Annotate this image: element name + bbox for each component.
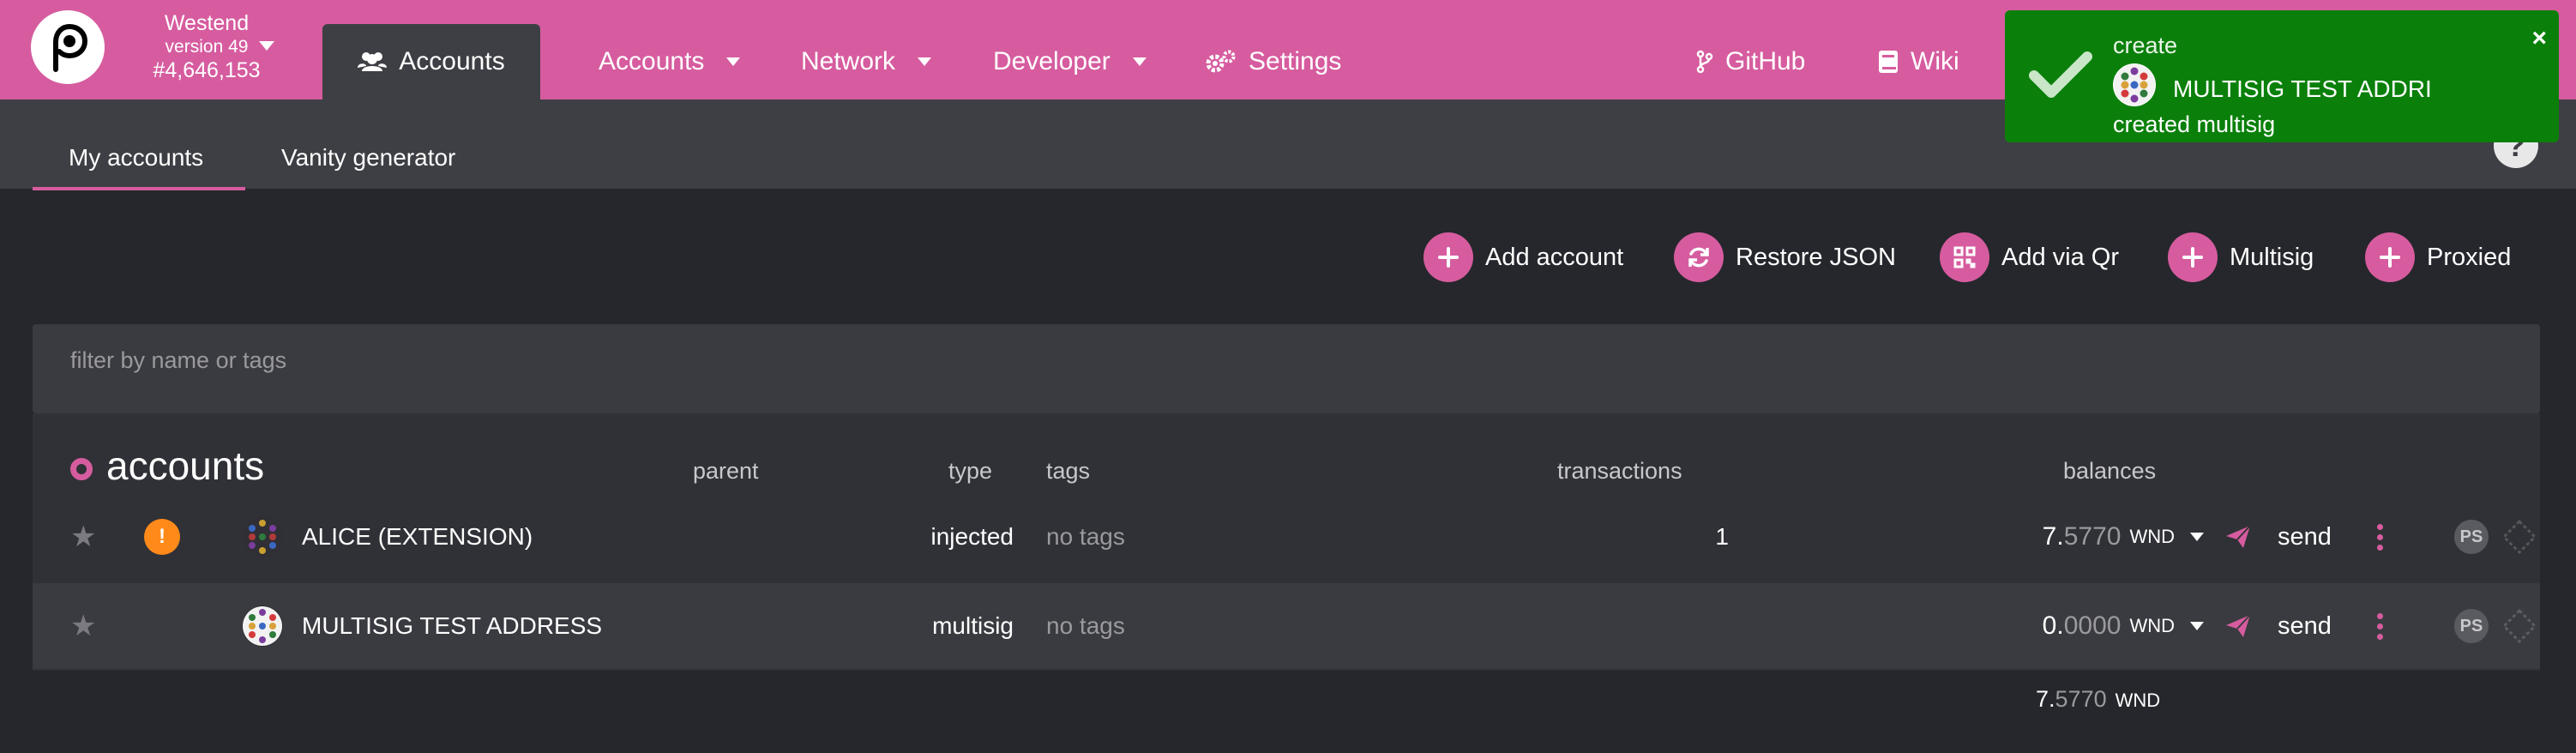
toast-account-name: MULTISIG TEST ADDRI [2173,75,2432,102]
balance-integer: 0. [2042,611,2064,640]
ps-badge[interactable]: PS [2454,609,2489,643]
filter-input[interactable] [70,343,842,377]
table-row: ★ ! ALICE (EXTENSION) injected no tags 1… [33,494,2540,580]
nav-settings[interactable]: Settings [1206,43,1341,81]
warning-icon: ! [144,519,180,555]
plus-icon [2168,232,2218,282]
identicon-avatar[interactable] [242,605,283,647]
book-icon [1879,51,1898,73]
subtab-my-accounts[interactable]: My accounts [69,144,203,172]
subtab-vanity-generator[interactable]: Vanity generator [281,144,455,172]
tab-accounts-active[interactable]: Accounts [322,24,540,99]
nav-network-label: Network [801,47,896,75]
proxied-button[interactable]: Proxied [2365,232,2511,283]
send-label: send [2278,522,2332,551]
add-via-qr-button[interactable]: Add via Qr [1940,232,2119,283]
chain-name: Westend [164,11,250,35]
sync-icon [1674,232,1724,282]
gears-icon [1206,50,1236,73]
balance-unit: WND [2129,526,2175,547]
multisig-button[interactable]: Multisig [2168,232,2314,283]
toast-message: created multisig [2113,111,2276,137]
send-label: send [2278,611,2332,640]
paper-plane-icon [2226,614,2251,637]
star-icon[interactable]: ★ [70,609,96,643]
toast-action: create [2113,33,2178,58]
more-options-icon[interactable] [2377,523,2383,551]
column-header-transactions: transactions [1557,458,1682,484]
identicon-avatar [2113,63,2156,106]
total-balance-integer: 7. [2036,686,2055,712]
close-icon[interactable]: × [2531,26,2547,51]
nav-developer-menu[interactable]: Developer [993,43,1147,81]
total-balance: 7.5770 WND [2036,686,2160,713]
more-options-icon[interactable] [2377,612,2383,640]
total-balance-decimal: 5770 [2055,686,2107,712]
nav-wiki-label: Wiki [1911,47,1959,75]
nav-accounts-label: Accounts [599,47,705,75]
restore-json-label: Restore JSON [1736,243,1896,271]
check-icon [2029,51,2092,98]
nav-developer-label: Developer [993,47,1110,75]
account-type: injected [930,523,1014,550]
chevron-down-icon [2190,622,2204,630]
balance-decimal: 5770 [2063,522,2122,551]
nav-github-link[interactable]: GitHub [1696,43,1805,81]
chevron-down-icon [918,57,932,66]
identicon-avatar[interactable] [242,516,283,557]
qrcode-icon[interactable] [2502,520,2537,554]
accounts-table-title: accounts [106,443,265,488]
nav-settings-label: Settings [1249,47,1342,75]
column-header-balances: balances [2063,458,2157,484]
total-balance-unit: WND [2115,690,2161,711]
tab-accounts-label: Accounts [399,47,505,75]
send-button[interactable]: send [2224,583,2332,669]
qrcode-icon [1940,232,1989,282]
plus-icon [1423,232,1473,282]
chain-block-number: #4,646,153 [153,58,261,83]
column-header-parent: parent [693,458,759,484]
nav-wiki-link[interactable]: Wiki [1878,43,1959,81]
restore-json-button[interactable]: Restore JSON [1674,232,1896,283]
column-header-type: type [948,458,993,484]
active-subtab-indicator [33,187,245,190]
nav-network-menu[interactable]: Network [801,43,932,81]
nav-accounts-menu[interactable]: Accounts [599,43,741,81]
chevron-down-icon[interactable] [259,41,274,51]
qrcode-icon[interactable] [2502,609,2537,643]
table-row: ★ MULTISIG TEST ADDRESS multisig no tags… [33,583,2540,669]
add-account-label: Add account [1485,243,1624,271]
chevron-down-icon [726,57,741,66]
paper-plane-icon [2226,525,2251,548]
ps-badge[interactable]: PS [2454,520,2489,554]
notification-toast: create MULTISIG TEST ADDRI created multi… [2005,10,2559,142]
balance-dropdown[interactable]: 0. 0000 WND [1965,583,2204,669]
account-tags[interactable]: no tags [1046,612,1125,640]
code-branch-icon [1696,50,1713,74]
chevron-down-icon [1132,57,1147,66]
accounts-section-icon [70,458,93,480]
account-name[interactable]: MULTISIG TEST ADDRESS [302,612,602,640]
chevron-down-icon [2190,533,2204,541]
plus-icon [2365,232,2415,282]
multisig-label: Multisig [2230,243,2314,271]
polkadot-logo[interactable] [31,10,105,84]
transaction-count: 1 [1715,523,1729,550]
account-tags[interactable]: no tags [1046,523,1125,551]
balance-unit: WND [2129,615,2175,636]
send-button[interactable]: send [2224,494,2332,580]
star-icon[interactable]: ★ [70,520,96,554]
add-account-button[interactable]: Add account [1423,232,1623,283]
users-icon [358,52,388,71]
balance-integer: 7. [2042,522,2064,551]
filter-panel [33,324,2540,413]
balance-dropdown[interactable]: 7. 5770 WND [1965,494,2204,580]
nav-github-label: GitHub [1725,47,1806,75]
account-type: multisig [932,612,1014,639]
add-via-qr-label: Add via Qr [2001,243,2119,271]
balance-decimal: 0000 [2063,611,2122,640]
column-header-tags: tags [1046,458,1091,484]
account-name[interactable]: ALICE (EXTENSION) [302,523,533,551]
proxied-label: Proxied [2427,243,2512,271]
